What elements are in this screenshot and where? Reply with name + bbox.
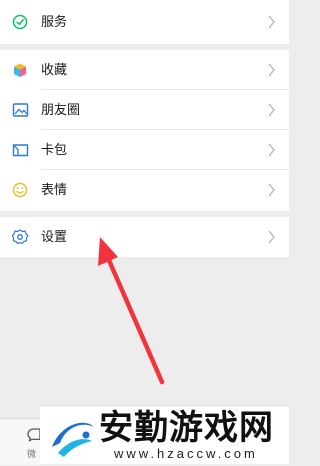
settings-label: 设置 xyxy=(41,229,68,244)
services-section: 服务 xyxy=(0,0,289,44)
stickers-label: 表情 xyxy=(41,182,68,197)
chevron-right-icon xyxy=(268,15,276,29)
watermark-url: www.hzaccw.com xyxy=(114,446,258,461)
chevron-right-icon xyxy=(268,230,276,244)
watermark-logo xyxy=(48,413,96,466)
cards-label: 卡包 xyxy=(41,142,68,157)
chevron-right-icon xyxy=(268,143,276,157)
features-section: 收藏 朋友圈 卡包 表情 xyxy=(0,50,289,211)
stickers-row[interactable]: 表情 xyxy=(0,170,289,210)
watermark: 安勤游戏网 www.hzaccw.com xyxy=(40,407,289,464)
moments-label: 朋友圈 xyxy=(41,102,81,117)
chat-bubble-icon[interactable] xyxy=(27,427,41,448)
settings-row[interactable]: 设置 xyxy=(0,217,289,257)
watermark-title: 安勤游戏网 xyxy=(99,408,274,448)
chevron-right-icon xyxy=(268,183,276,197)
favorites-row[interactable]: 收藏 xyxy=(0,50,289,90)
moments-picture-icon xyxy=(12,102,30,118)
services-row[interactable]: 服务 xyxy=(0,2,289,42)
smiley-icon xyxy=(12,182,30,198)
services-icon xyxy=(12,14,30,30)
gear-icon xyxy=(12,229,30,245)
bottom-tab-bar: 微 xyxy=(0,418,41,465)
cards-row[interactable]: 卡包 xyxy=(0,130,289,170)
favorites-cube-icon xyxy=(12,62,30,78)
favorites-label: 收藏 xyxy=(41,62,68,77)
services-label: 服务 xyxy=(41,14,68,29)
settings-section: 设置 xyxy=(0,217,289,257)
card-wallet-icon xyxy=(12,142,30,158)
chevron-right-icon xyxy=(268,63,276,77)
moments-row[interactable]: 朋友圈 xyxy=(0,90,289,130)
tab-chats-label: 微 xyxy=(27,449,37,459)
chevron-right-icon xyxy=(268,103,276,117)
